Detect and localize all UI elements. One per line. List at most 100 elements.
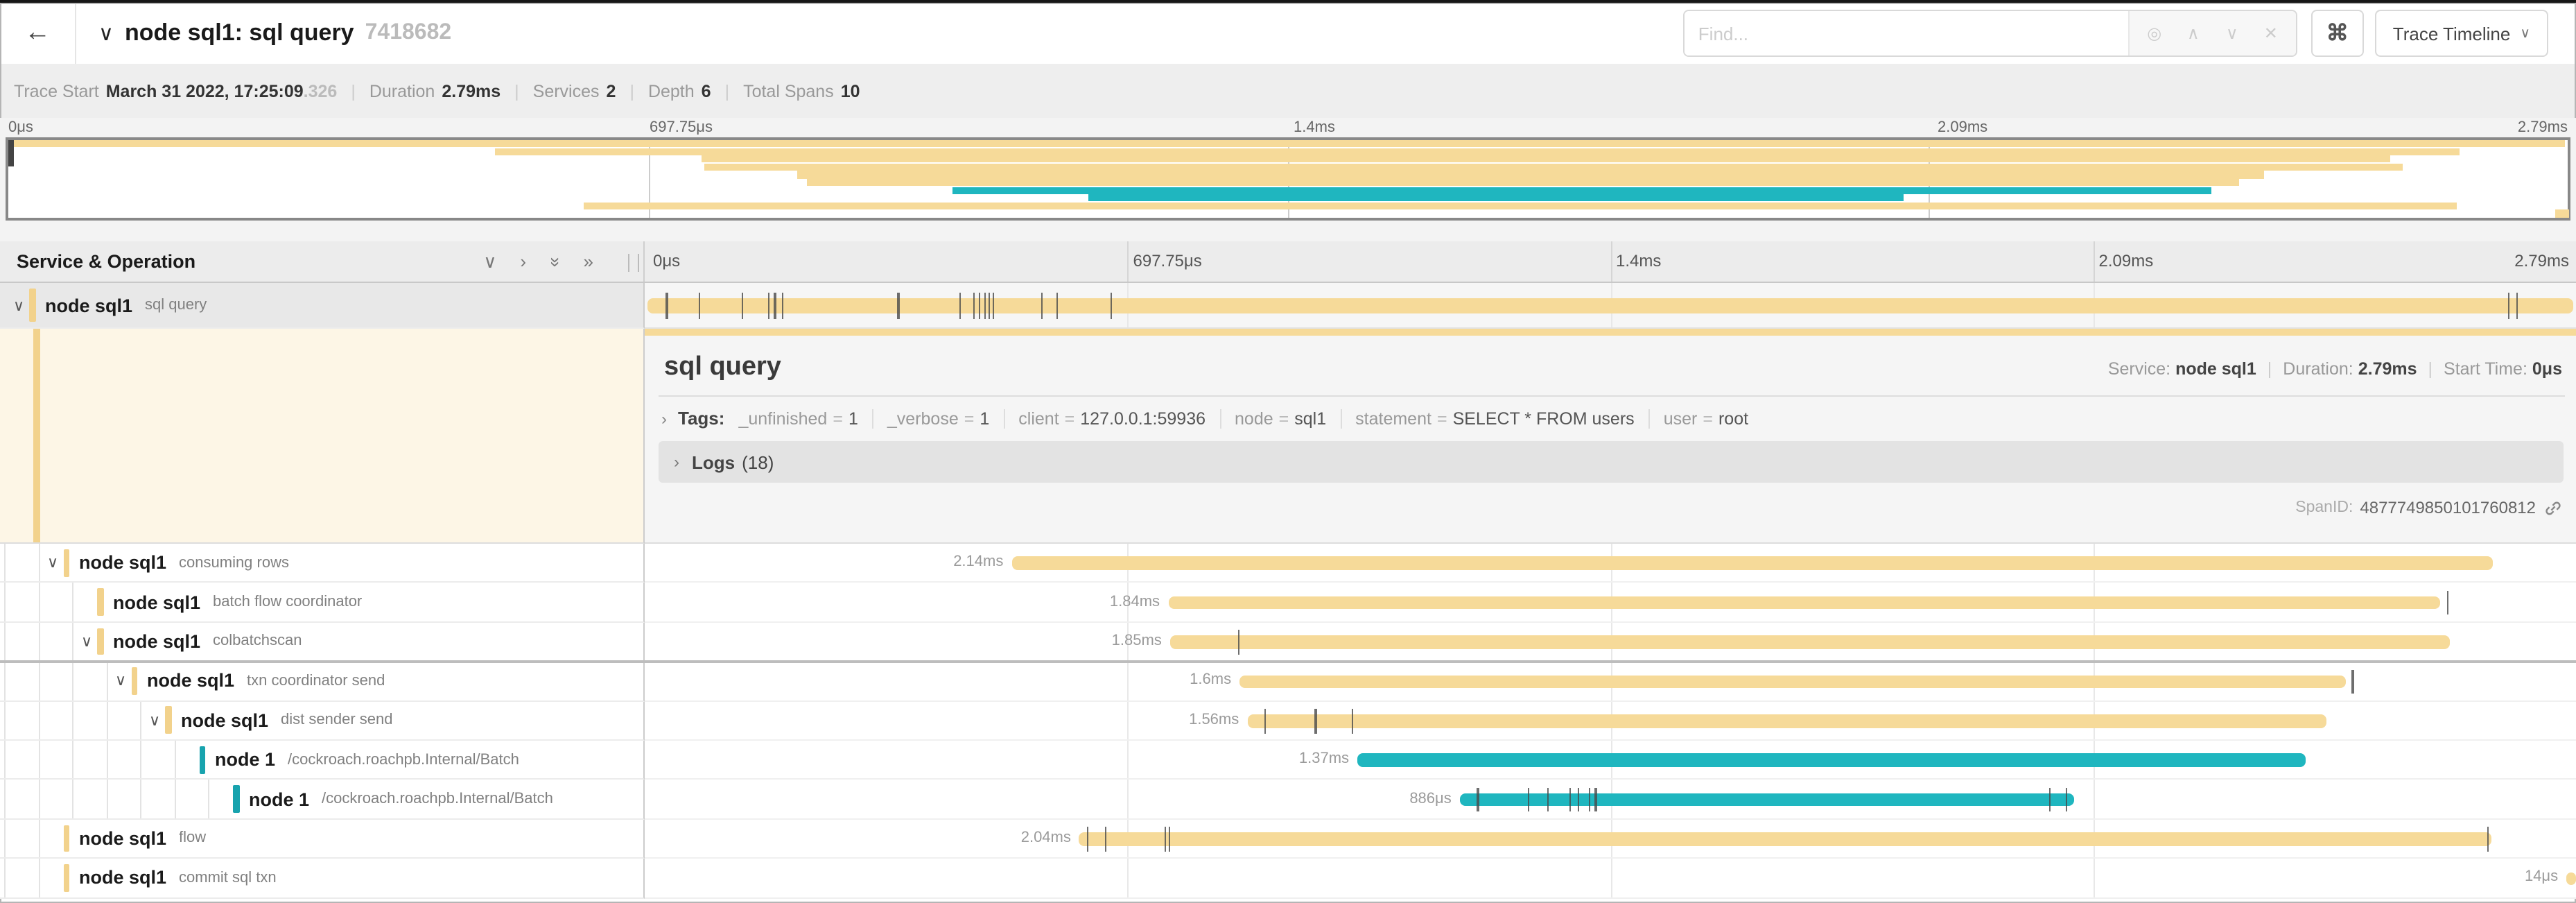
find-group: ◎ ∧ ∨ ✕ — [1683, 10, 2297, 57]
top-bar-actions: ◎ ∧ ∨ ✕ ⌘ Trace Timeline ∨ — [1683, 10, 2576, 57]
span-row[interactable]: node sql1batch flow coordinator1.84ms — [0, 583, 2576, 623]
command-icon: ⌘ — [2326, 19, 2349, 47]
span-bar[interactable] — [1170, 635, 2451, 648]
span-bar[interactable] — [1460, 793, 2074, 807]
services-value: 2 — [607, 81, 616, 101]
span-tree-item[interactable]: node sql1commit sql txn — [0, 859, 645, 898]
span-row[interactable]: ∨node sql1txn coordinator send1.6ms — [0, 662, 2576, 701]
expand-one-icon[interactable]: › — [520, 250, 526, 273]
span-row[interactable]: ∨node sql1consuming rows2.14ms — [0, 544, 2576, 583]
tags-row[interactable]: ›Tags:_unfinished=1_verbose=1client=127.… — [645, 397, 2576, 429]
minimap-tick-label: 0μs — [8, 119, 33, 136]
span-tree-item[interactable]: node sql1flow — [0, 819, 645, 859]
service-operation-header: Service & Operation ∨ › » » — [0, 241, 645, 282]
span-row[interactable]: ∨node sql1dist sender send1.56ms — [0, 701, 2576, 741]
back-button[interactable]: ← — [0, 3, 76, 64]
span-timeline-cell[interactable] — [645, 283, 2576, 329]
span-row[interactable]: node sql1commit sql txn14μs — [0, 859, 2576, 898]
span-log-tick — [1237, 630, 1239, 654]
span-tree-item[interactable]: node sql1batch flow coordinator — [0, 583, 645, 623]
back-arrow-icon: ← — [24, 18, 51, 49]
expand-all-icon[interactable]: » — [584, 250, 593, 273]
span-tree-item[interactable]: ∨node sql1dist sender send — [0, 701, 645, 741]
span-bar[interactable] — [1168, 596, 2441, 610]
span-row[interactable]: node 1/cockroach.roachpb.Internal/Batch1… — [0, 741, 2576, 780]
span-detail-accent-bar — [645, 329, 2576, 336]
span-tree-item[interactable]: node 1/cockroach.roachpb.Internal/Batch — [0, 780, 645, 820]
span-tree-item[interactable]: ∨node sql1txn coordinator send — [0, 662, 645, 701]
collapse-chevron-icon[interactable]: ∨ — [110, 672, 131, 690]
span-log-tick — [2066, 788, 2067, 812]
find-input[interactable] — [1685, 11, 2128, 55]
span-timeline-cell[interactable]: 1.6ms — [645, 662, 2576, 701]
trace-title-chevron-icon[interactable]: ∨ — [98, 21, 114, 46]
span-timeline-cell[interactable]: 14μs — [645, 859, 2576, 898]
span-row[interactable]: ∨node sql1sql query — [0, 283, 2576, 329]
trace-start-value: March 31 2022, 17:25:09 — [106, 81, 304, 101]
span-log-tick — [1264, 709, 1266, 733]
minimap-scrubber-handle[interactable] — [8, 140, 14, 166]
total-spans-value: 10 — [841, 81, 860, 101]
span-tree-item[interactable]: ∨node sql1sql query — [0, 283, 645, 329]
span-tree-item[interactable]: ∨node sql1consuming rows — [0, 544, 645, 583]
span-log-tick — [973, 293, 975, 319]
span-color-stripe — [63, 549, 69, 576]
service-name: node 1 — [215, 749, 275, 770]
span-row[interactable]: node 1/cockroach.roachpb.Internal/Batch8… — [0, 780, 2576, 820]
span-row[interactable]: ∨node sql1colbatchscan1.85ms — [0, 623, 2576, 662]
span-bar[interactable] — [1357, 754, 2306, 767]
copy-link-icon[interactable] — [2544, 499, 2562, 517]
keyboard-shortcuts-button[interactable]: ⌘ — [2311, 10, 2364, 57]
span-color-stripe — [233, 785, 239, 812]
span-timeline-cell[interactable]: 1.85ms — [645, 623, 2576, 662]
span-log-tick — [1110, 293, 1111, 319]
span-bar[interactable] — [2566, 872, 2576, 885]
span-timeline-cell[interactable]: 2.04ms — [645, 819, 2576, 859]
collapse-chevron-icon[interactable]: ∨ — [76, 633, 97, 651]
span-log-tick — [992, 293, 993, 319]
span-log-tick — [768, 293, 769, 319]
span-timeline-cell[interactable]: 1.84ms — [645, 583, 2576, 623]
timeline-tick-label: 1.4ms — [1616, 251, 1661, 270]
span-log-tick — [989, 293, 990, 319]
span-bar[interactable] — [1011, 557, 2493, 570]
collapse-chevron-icon[interactable]: ∨ — [42, 553, 63, 571]
span-bar[interactable] — [1239, 675, 2346, 688]
tag-item: user=root — [1664, 409, 1748, 428]
collapse-all-icon[interactable]: » — [543, 257, 566, 266]
match-case-icon[interactable]: ◎ — [2135, 24, 2174, 43]
span-timeline-cell[interactable]: 1.56ms — [645, 701, 2576, 741]
span-log-tick — [1168, 827, 1169, 851]
expand-logs-chevron-icon[interactable]: › — [674, 452, 679, 472]
minimap-tick-label: 2.79ms — [2518, 119, 2568, 136]
span-timeline-cell[interactable]: 886μs — [645, 780, 2576, 820]
column-resizer-handle[interactable] — [628, 254, 639, 272]
collapse-one-icon[interactable]: ∨ — [483, 250, 496, 273]
next-match-icon[interactable]: ∨ — [2213, 24, 2252, 43]
span-log-tick — [2048, 788, 2050, 812]
expand-tags-chevron-icon[interactable]: › — [661, 409, 667, 428]
span-detail-left-gutter — [0, 329, 645, 544]
span-tree-item[interactable]: node 1/cockroach.roachpb.Internal/Batch — [0, 741, 645, 780]
logs-row[interactable]: ›Logs(18) — [659, 441, 2564, 483]
minimap-canvas[interactable] — [6, 137, 2570, 221]
span-bar[interactable] — [647, 298, 2573, 313]
clear-find-icon[interactable]: ✕ — [2252, 24, 2290, 43]
timeline-tick-label: 2.09ms — [2099, 251, 2154, 270]
collapse-chevron-icon[interactable]: ∨ — [144, 712, 165, 730]
collapse-chevron-icon[interactable]: ∨ — [8, 296, 29, 314]
chevron-down-icon: ∨ — [2520, 26, 2530, 41]
prev-match-icon[interactable]: ∧ — [2174, 24, 2213, 43]
span-log-tick — [979, 293, 980, 319]
tag-value: root — [1718, 409, 1748, 428]
tag-key: client — [1018, 409, 1059, 428]
span-row[interactable]: node sql1flow2.04ms — [0, 819, 2576, 859]
span-timeline-cell[interactable]: 1.37ms — [645, 741, 2576, 780]
span-detail-panel: sql queryService: node sql1|Duration: 2.… — [645, 329, 2576, 544]
logs-label: Logs — [692, 452, 735, 472]
span-bar[interactable] — [1247, 714, 2326, 728]
trace-view-selector[interactable]: Trace Timeline ∨ — [2375, 10, 2548, 57]
span-timeline-cell[interactable]: 2.14ms — [645, 544, 2576, 583]
span-bar[interactable] — [1079, 832, 2491, 845]
span-tree-item[interactable]: ∨node sql1colbatchscan — [0, 623, 645, 662]
